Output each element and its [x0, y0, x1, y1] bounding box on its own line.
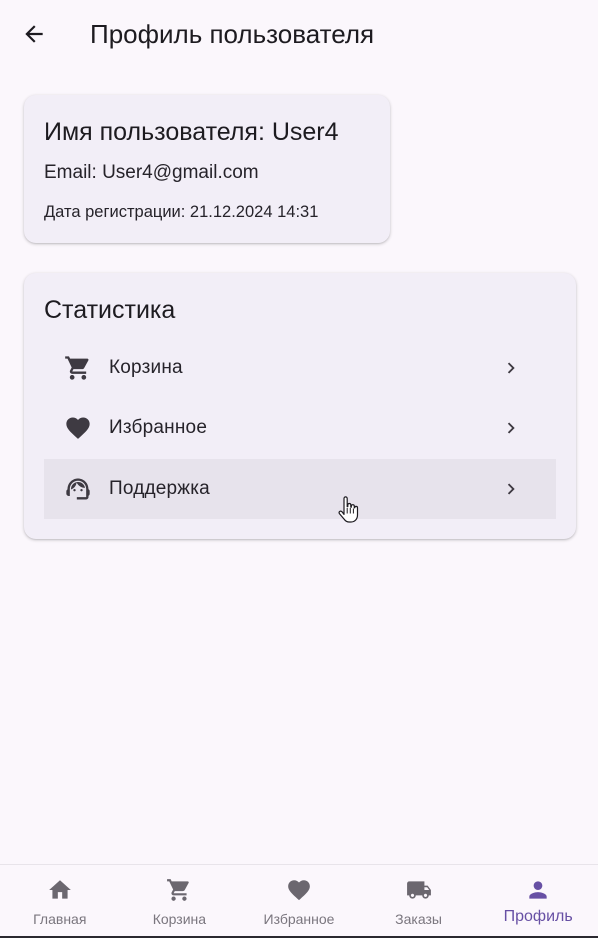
person-icon: [529, 881, 547, 899]
nav-item-label: Избранное: [263, 911, 335, 927]
support-agent-icon: [66, 478, 90, 500]
stats-item-cart[interactable]: Корзина: [44, 338, 556, 398]
chevron-right-icon: [507, 422, 515, 434]
nav-item-favorites[interactable]: Избранное: [239, 865, 359, 938]
nav-item-orders[interactable]: Заказы: [359, 865, 479, 938]
stats-item-label: Корзина: [109, 357, 183, 378]
registration-date-text: Дата регистрации: 21.12.2024 14:31: [44, 203, 319, 221]
cart-icon: [167, 879, 190, 901]
cart-icon: [65, 356, 89, 380]
profile-screen: Профиль пользователя Имя пользователя: U…: [0, 0, 598, 938]
nav-item-label: Профиль: [503, 908, 573, 925]
email-text: Email: User4@gmail.com: [44, 162, 259, 183]
page-title: Профиль пользователя: [90, 19, 375, 49]
home-icon: [48, 880, 71, 899]
statistics-title: Статистика: [44, 296, 176, 324]
app-bar: Профиль пользователя: [0, 0, 598, 68]
nav-item-profile[interactable]: Профиль: [478, 865, 598, 938]
chevron-right-icon: [507, 483, 515, 495]
user-info-card: Имя пользователя: User4 Email: User4@gma…: [24, 95, 390, 243]
nav-item-label: Главная: [33, 911, 87, 927]
heart-icon: [288, 880, 310, 901]
nav-item-home[interactable]: Главная: [0, 865, 120, 938]
heart-icon: [66, 417, 90, 439]
back-button[interactable]: [12, 12, 56, 56]
stats-item-label: Избранное: [109, 417, 208, 438]
truck-icon: [406, 881, 431, 899]
nav-item-label: Корзина: [152, 911, 207, 927]
stats-item-favorites[interactable]: Избранное: [44, 398, 556, 458]
stats-item-label: Поддержка: [109, 478, 210, 499]
statistics-card: Статистика Корзина Избранное Поддержка: [24, 273, 576, 539]
username-text: Имя пользователя: User4: [44, 118, 339, 146]
nav-item-cart[interactable]: Корзина: [120, 865, 240, 938]
arrow-back-icon: [25, 25, 43, 43]
nav-item-label: Заказы: [395, 911, 442, 927]
chevron-right-icon: [507, 362, 515, 374]
bottom-navigation: Главная Корзина Избранное Заказы Профиль: [0, 864, 598, 938]
stats-item-support[interactable]: Поддержка: [44, 459, 556, 519]
